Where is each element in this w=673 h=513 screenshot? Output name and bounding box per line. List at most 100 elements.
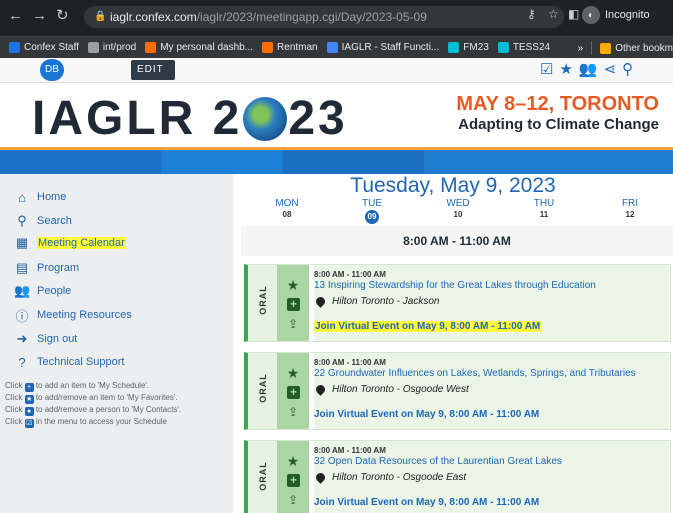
calendar-icon: ▦: [15, 235, 29, 250]
bookmark-item[interactable]: int/prod: [87, 42, 137, 53]
add-to-schedule-icon[interactable]: +: [287, 298, 300, 311]
bookmark-item[interactable]: FM23: [448, 42, 489, 53]
join-virtual-event-link[interactable]: Join Virtual Event on May 9, 8:00 AM - 1…: [314, 497, 539, 508]
day-number-label: 08: [282, 210, 292, 219]
schedule-check-icon[interactable]: ☑: [540, 61, 553, 79]
user-avatar[interactable]: DB: [40, 59, 64, 81]
logo-text-left: IAGLR 2: [32, 92, 243, 145]
program-icon: ▤: [15, 260, 29, 275]
day-number-label: 09: [365, 210, 379, 224]
session-location-text: Hilton Toronto - Osgoode East: [332, 472, 467, 483]
session-location-text: Hilton Toronto - Jackson: [332, 296, 440, 307]
location-pin-icon: [314, 383, 327, 396]
session-card: ORAL ★ + ⇪ 8:00 AM - 11:00 AM 32 Open Data Re…: [244, 440, 671, 513]
people-icon: 👥: [14, 283, 31, 298]
join-link-text: Join Virtual Event on May 9, 8:00 AM - 1…: [314, 321, 542, 332]
wave-icon: [448, 42, 460, 53]
other-bookmarks-folder[interactable]: Other bookm: [600, 42, 673, 54]
other-bookmarks-label: Other bookm: [615, 42, 673, 54]
back-arrow-icon[interactable]: ←: [8, 6, 23, 26]
join-virtual-event-link[interactable]: Join Virtual Event on May 9, 8:00 AM - 1…: [314, 321, 542, 332]
session-details: 8:00 AM - 11:00 AM 32 Open Data Resources…: [314, 441, 669, 513]
share-session-icon[interactable]: ⇪: [285, 317, 301, 331]
session-title-link[interactable]: 32 Open Data Resources of the Laurentian…: [314, 456, 664, 467]
session-title-link[interactable]: 13 Inspiring Stewardship for the Great L…: [314, 280, 664, 291]
day-tab-wed[interactable]: WED: [433, 198, 483, 209]
bookmarks-overflow-button[interactable]: »: [578, 43, 584, 54]
share-icon[interactable]: ⋖: [604, 61, 617, 79]
session-location-text: Hilton Toronto - Osgoode West: [332, 384, 469, 395]
session-location: Hilton Toronto - Osgoode East: [314, 471, 467, 484]
sidebar-item-people[interactable]: 👥 People: [0, 282, 71, 300]
day-tab-mon[interactable]: MON: [262, 198, 312, 209]
bookmark-item[interactable]: TESS24: [497, 42, 551, 53]
bookmark-label: TESS24: [512, 42, 551, 53]
help-pre: Click: [5, 381, 23, 390]
bookmark-item[interactable]: Confex Staff: [9, 42, 79, 53]
forward-arrow-icon[interactable]: →: [32, 6, 47, 26]
help-text: Click + to add an item to 'My Schedule'.: [5, 380, 230, 392]
add-to-schedule-icon[interactable]: +: [287, 474, 300, 487]
day-tab-tue[interactable]: TUE: [347, 198, 397, 209]
day-number[interactable]: 12: [605, 210, 655, 219]
help-text: Click ★ to add/remove an item to 'My Fav…: [5, 392, 230, 404]
lock-icon: 🔒: [94, 11, 107, 22]
bookmark-item[interactable]: IAGLR - Staff Functi...: [326, 42, 439, 53]
bookmark-label: int/prod: [102, 42, 137, 53]
help-post: to add/remove an item to 'My Favorites'.: [35, 393, 178, 402]
sidebar-item-meeting-resources[interactable]: ⓘ Meeting Resources: [0, 306, 131, 324]
url-path: /iaglr/2023/meetingapp.cgi/Day/2023-05-0…: [196, 10, 427, 24]
bookmark-item[interactable]: My personal dashb...: [145, 42, 253, 53]
conference-banner: IAGLR 2 23 MAY 8–12, TORONTO Adapting to …: [0, 83, 673, 151]
sidebar-item-label: People: [37, 285, 72, 297]
logo-text-right: 23: [288, 92, 348, 145]
search-icon[interactable]: ⚲: [622, 61, 633, 79]
sidebar-item-home[interactable]: ⌂ Home: [0, 188, 66, 206]
favorites-star-icon[interactable]: ★: [559, 61, 572, 79]
bookmark-item[interactable]: Rentman: [262, 42, 318, 53]
day-number[interactable]: 10: [433, 210, 483, 219]
favorite-star-icon[interactable]: ★: [285, 365, 301, 382]
share-session-icon[interactable]: ⇪: [285, 493, 301, 507]
key-icon[interactable]: ⚷: [527, 7, 536, 21]
sidebar-item-search[interactable]: ⚲ Search: [0, 212, 72, 230]
day-tab-thu[interactable]: THU: [519, 198, 569, 209]
session-type-label: ORAL: [248, 353, 277, 429]
sidebar: ⌂ Home ⚲ Search ▦ Meeting Calendar ▤ Program 👥 Pe…: [0, 174, 233, 513]
day-number[interactable]: 09: [347, 210, 397, 224]
address-bar[interactable]: 🔒 iaglr.confex.com/iaglr/2023/meetingapp…: [84, 6, 564, 28]
reload-icon[interactable]: ↻: [56, 6, 69, 26]
sidepanel-icon[interactable]: ◧: [568, 7, 579, 21]
edit-label: EDIT: [137, 64, 164, 75]
person-icon: ●: [24, 407, 34, 416]
conference-dates: MAY 8–12, TORONTO: [456, 93, 659, 115]
favorite-star-icon[interactable]: ★: [285, 277, 301, 294]
add-to-schedule-icon[interactable]: +: [287, 386, 300, 399]
sidebar-item-sign-out[interactable]: ➜ Sign out: [0, 330, 78, 348]
sidebar-item-label: Home: [37, 191, 67, 203]
day-tab-fri[interactable]: FRI: [605, 198, 655, 209]
sidebar-item-program[interactable]: ▤ Program: [0, 259, 79, 277]
edit-button[interactable]: EDIT: [131, 60, 175, 94]
session-actions: ★ + ⇪: [277, 353, 309, 429]
join-virtual-event-link[interactable]: Join Virtual Event on May 9, 8:00 AM - 1…: [314, 409, 539, 420]
help-pre: Click: [5, 417, 23, 426]
day-number[interactable]: 11: [519, 210, 569, 219]
star-bookmark-icon[interactable]: ☆: [548, 7, 559, 21]
sidebar-item-label: Meeting Calendar: [37, 237, 126, 249]
favorite-star-icon[interactable]: ★: [285, 453, 301, 470]
sidebar-item-meeting-calendar[interactable]: ▦ Meeting Calendar: [0, 234, 126, 252]
iaglr-logo[interactable]: IAGLR 2 23: [32, 93, 348, 145]
info-icon: ⓘ: [15, 308, 29, 324]
contacts-people-icon[interactable]: 👥: [579, 61, 598, 79]
incognito-indicator[interactable]: ◐ Incognito: [582, 4, 650, 26]
session-type: ORAL: [258, 461, 268, 491]
session-type-label: ORAL: [248, 441, 277, 513]
share-session-icon[interactable]: ⇪: [285, 405, 301, 419]
session-title-link[interactable]: 22 Groundwater Influences on Lakes, Wetl…: [314, 368, 664, 379]
sidebar-item-label: Program: [37, 262, 80, 274]
bookmark-label: Rentman: [277, 42, 318, 53]
day-number[interactable]: 08: [262, 210, 312, 219]
sidebar-item-technical-support[interactable]: ? Technical Support: [0, 353, 124, 371]
help-post: in the menu to access your Schedule: [35, 417, 167, 426]
